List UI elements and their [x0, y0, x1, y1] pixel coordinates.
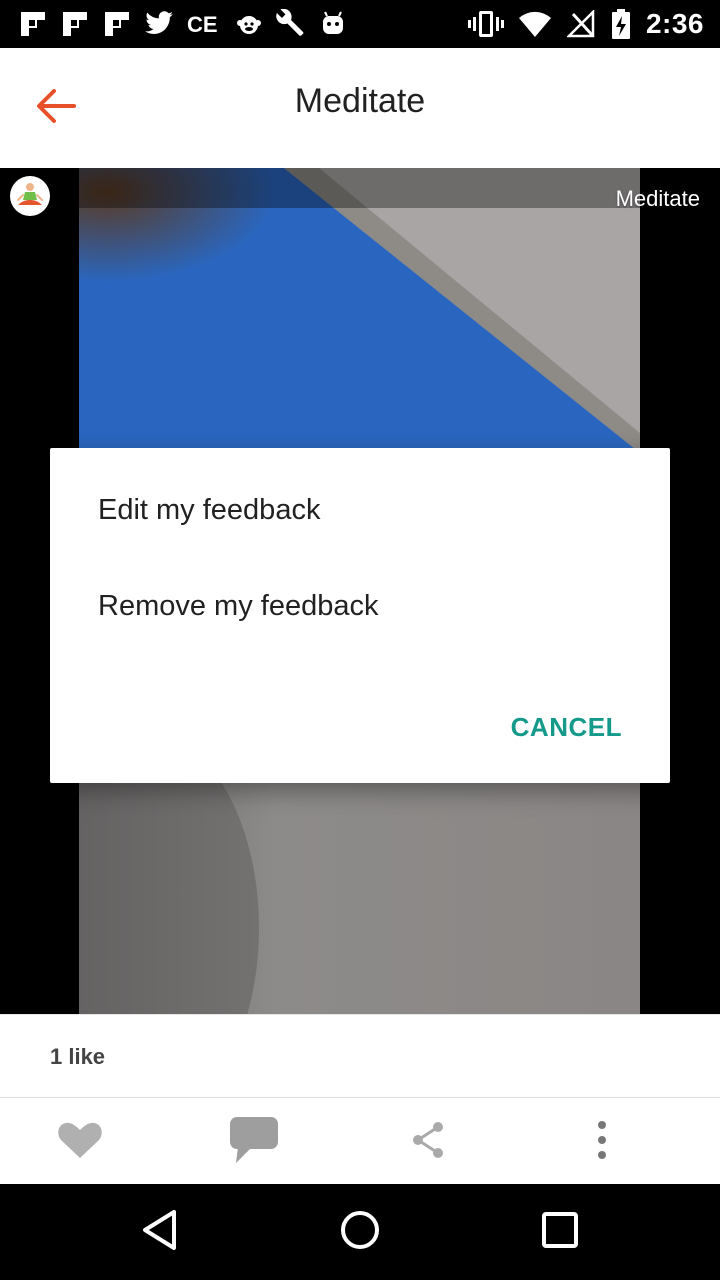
likes-count[interactable]: 1 like — [50, 1044, 105, 1070]
edit-feedback-option[interactable]: Edit my feedback — [98, 494, 320, 527]
wrench-icon — [276, 9, 306, 39]
nav-recents-button[interactable] — [536, 1208, 584, 1256]
recents-square-icon — [541, 1211, 579, 1254]
comment-button[interactable] — [226, 1114, 282, 1170]
home-circle-icon — [339, 1209, 381, 1256]
svg-text:CE: CE — [187, 12, 218, 37]
flipboard-icon — [102, 9, 132, 39]
comment-icon — [228, 1115, 280, 1170]
monkey-icon — [234, 9, 264, 39]
post-actions — [0, 1098, 720, 1184]
feedback-options-dialog: Edit my feedback Remove my feedback CANC… — [50, 448, 670, 783]
meditation-avatar-icon[interactable] — [10, 176, 50, 216]
battery-charging-icon — [610, 9, 632, 39]
android-icon — [318, 9, 348, 39]
like-button[interactable] — [52, 1114, 108, 1170]
back-triangle-icon — [140, 1209, 180, 1256]
app-bar: Meditate — [0, 48, 720, 168]
cancel-button[interactable]: CANCEL — [511, 712, 622, 743]
notification-icons: CE — [18, 8, 348, 40]
page-title: Meditate — [294, 82, 426, 120]
flipboard-icon — [18, 9, 48, 39]
share-button[interactable] — [400, 1114, 456, 1170]
likes-bar: 1 like — [0, 1014, 720, 1099]
heart-icon — [57, 1120, 103, 1165]
more-options-button[interactable] — [574, 1114, 630, 1170]
nav-back-button[interactable] — [136, 1208, 184, 1256]
ce-icon: CE — [186, 9, 222, 39]
flipboard-icon — [60, 9, 90, 39]
status-bar: CE 2:36 — [0, 0, 720, 48]
twitter-icon — [144, 9, 174, 39]
remove-feedback-option[interactable]: Remove my feedback — [98, 590, 378, 623]
status-time: 2:36 — [645, 8, 704, 39]
media-caption: Meditate — [615, 186, 700, 211]
system-icons: 2:36 — [467, 8, 704, 40]
more-vert-icon — [596, 1120, 608, 1165]
share-icon — [410, 1120, 446, 1165]
wifi-icon — [518, 9, 552, 39]
vibrate-icon — [467, 9, 504, 39]
no-signal-icon — [566, 9, 596, 39]
nav-home-button[interactable] — [336, 1208, 384, 1256]
system-navigation-bar — [0, 1184, 720, 1280]
